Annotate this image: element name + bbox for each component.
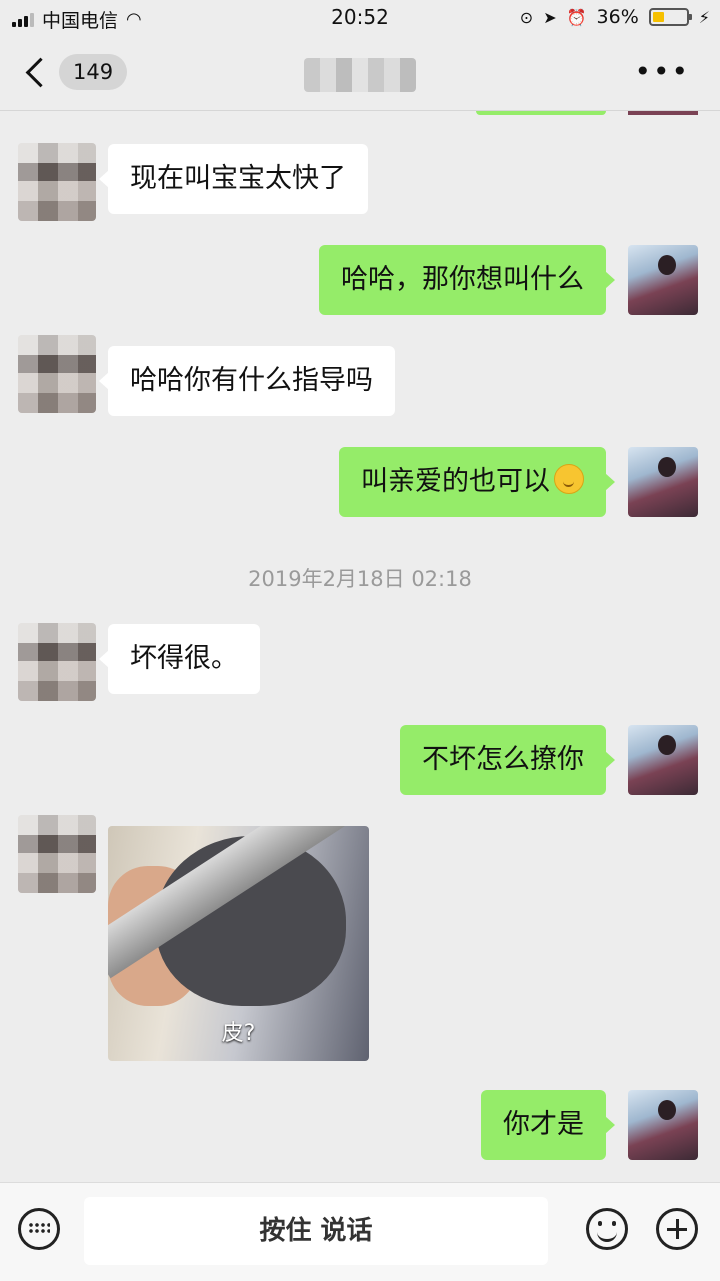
my-avatar[interactable] — [628, 1090, 698, 1160]
partial-self-avatar — [628, 111, 698, 115]
ellipsis-icon: ••• — [634, 55, 690, 88]
contact-avatar[interactable] — [18, 335, 96, 413]
more-options-button[interactable]: ••• — [634, 58, 690, 86]
outgoing-bubble[interactable]: 不坏怎么撩你 — [400, 725, 615, 795]
contact-name-blurred — [304, 58, 416, 92]
alarm-icon: ⏰ — [566, 7, 587, 27]
chat-timestamp: 2019年2月18日 02:18 — [248, 567, 472, 591]
message-list[interactable]: 现在叫宝宝太快了 哈哈，那你想叫什么 哈哈你有什么指导吗 叫亲爱的也可以 201… — [0, 111, 720, 1182]
unread-count-badge: 149 — [59, 54, 128, 90]
message-text: 你才是 — [503, 1109, 584, 1140]
back-button[interactable]: 149 — [22, 54, 128, 90]
rotation-lock-icon: ⊙ — [519, 7, 534, 27]
hold-to-talk-button[interactable]: 按住 说话 — [84, 1197, 548, 1265]
battery-percent: 36% — [596, 6, 639, 28]
status-bar: 中国电信 ◠ 20:52 ⊙ ➤ ⏰ 36% ⚡ — [0, 0, 720, 36]
message-text: 哈哈，那你想叫什么 — [341, 264, 584, 295]
outgoing-bubble[interactable]: 哈哈，那你想叫什么 — [319, 245, 615, 315]
status-right: ⊙ ➤ ⏰ 36% ⚡ — [520, 6, 710, 28]
message-text: 叫亲爱的也可以 — [361, 466, 550, 497]
contact-avatar[interactable] — [18, 143, 96, 221]
input-bar: 按住 说话 — [0, 1182, 720, 1281]
outgoing-bubble[interactable]: 你才是 — [481, 1090, 615, 1160]
my-avatar[interactable] — [628, 725, 698, 795]
contact-avatar[interactable] — [18, 815, 96, 893]
my-avatar[interactable] — [628, 447, 698, 517]
message-text: 不坏怎么撩你 — [422, 744, 584, 775]
sticker-caption: 皮? — [221, 1021, 256, 1046]
chat-header: 149 ••• — [0, 36, 720, 111]
cat-knife-sticker[interactable]: 皮? — [108, 826, 369, 1061]
incoming-bubble[interactable]: 坏得很。 — [99, 624, 260, 694]
keyboard-icon[interactable] — [18, 1208, 60, 1250]
battery-icon — [648, 8, 692, 26]
outgoing-bubble[interactable]: 叫亲爱的也可以 — [339, 447, 615, 517]
smiley-icon[interactable] — [586, 1208, 628, 1250]
thinking-face-icon — [554, 464, 584, 494]
my-avatar[interactable] — [628, 245, 698, 315]
back-arrow-icon — [25, 57, 56, 87]
location-icon: ➤ — [543, 7, 557, 27]
partial-outgoing-bubble — [476, 111, 606, 115]
plus-icon[interactable] — [656, 1208, 698, 1250]
incoming-bubble[interactable]: 哈哈你有什么指导吗 — [99, 346, 395, 416]
incoming-bubble[interactable]: 现在叫宝宝太快了 — [99, 144, 368, 214]
contact-avatar[interactable] — [18, 623, 96, 701]
charging-icon: ⚡ — [698, 7, 710, 27]
